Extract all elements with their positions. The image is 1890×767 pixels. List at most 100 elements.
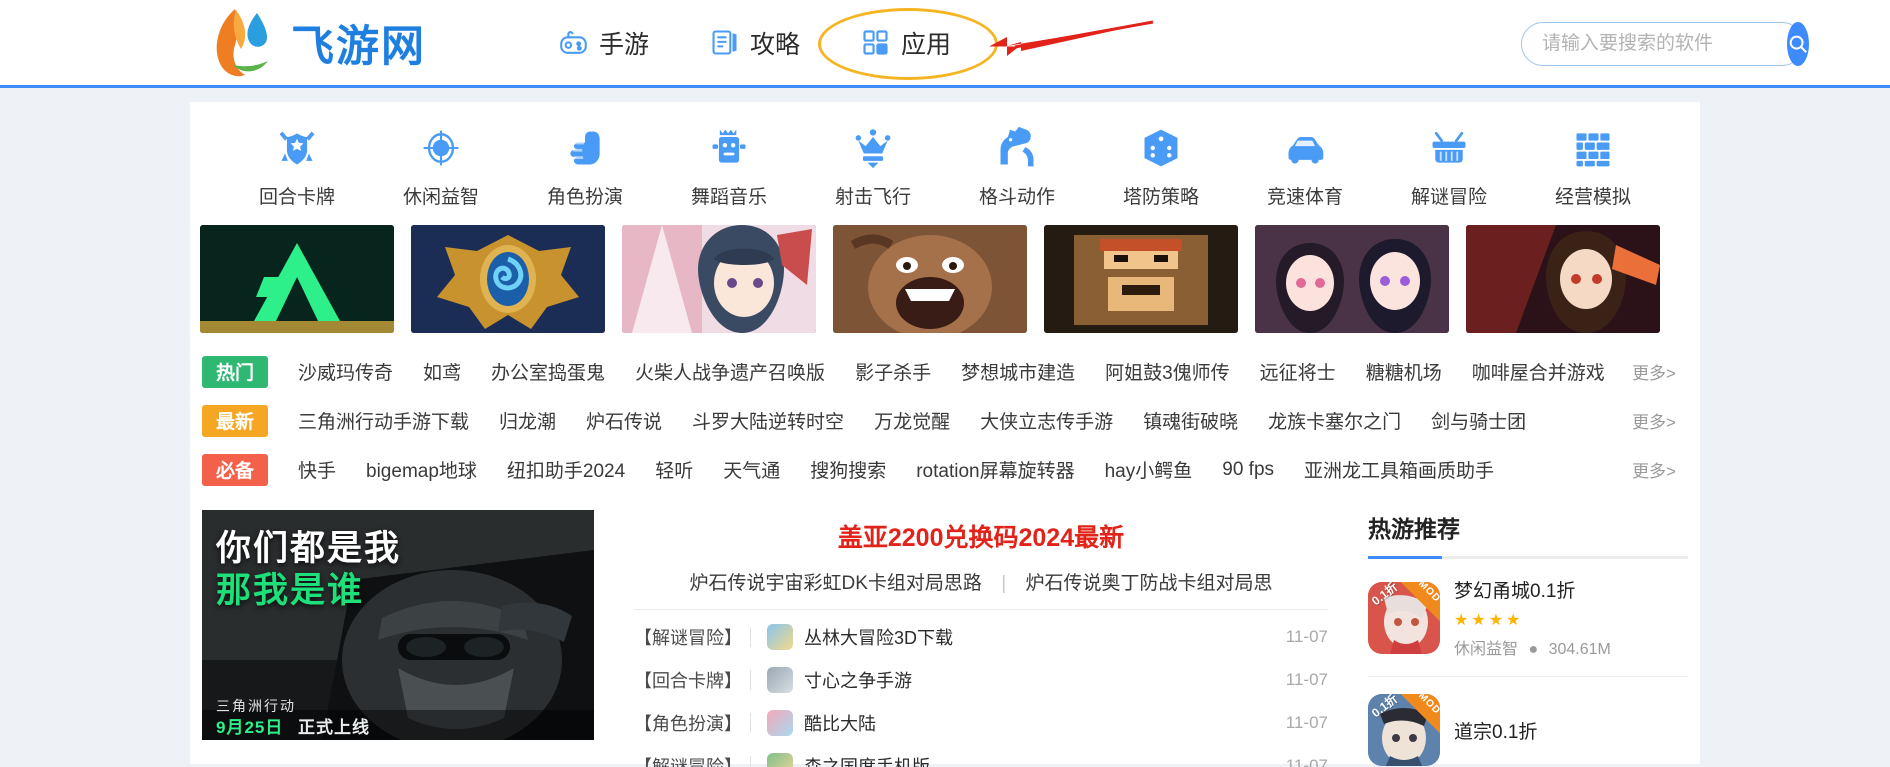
search-box[interactable] [1521, 22, 1809, 66]
site-logo[interactable]: 飞游网 [205, 7, 426, 79]
tag-item[interactable]: 大侠立志传手游 [980, 407, 1113, 434]
tag-item[interactable]: 搜狗搜索 [810, 456, 886, 483]
nav-item-guides[interactable]: 攻略 [695, 19, 814, 67]
article-row[interactable]: 【角色扮演】 酷比大陆 11-07 [634, 706, 1328, 739]
feature-title[interactable]: 盖亚2200兑换码2024最新 [634, 510, 1328, 568]
tag-item[interactable]: 轻听 [655, 456, 693, 483]
category-item-simulation[interactable]: 经营模拟 [1538, 126, 1648, 209]
article-title: 森之国度手机版 [804, 756, 930, 767]
article-row[interactable]: 【解谜冒险】 森之国度手机版 11-07 [634, 749, 1328, 767]
article-category: 【解谜冒险】 [634, 627, 742, 648]
tag-item[interactable]: 纽扣助手2024 [507, 456, 625, 483]
nav-item-apps[interactable]: 应用 [846, 19, 965, 67]
grid-icon [860, 27, 891, 58]
category-item-sports[interactable]: 竞速体育 [1250, 126, 1360, 209]
thumbnail-anime-girl[interactable] [622, 225, 816, 333]
category-label: 经营模拟 [1554, 187, 1631, 208]
category-item-music[interactable]: 舞蹈音乐 [674, 126, 784, 209]
tag-rows: 热门 沙威玛传奇 如鸢 办公室捣蛋鬼 火柴人战争遗产召唤版 影子杀手 梦想城市建… [190, 333, 1700, 500]
tag-item[interactable]: 办公室捣蛋鬼 [491, 358, 605, 385]
tag-item[interactable]: 万龙觉醒 [874, 407, 950, 434]
meta-dot: ● [1528, 641, 1539, 658]
category-item-shooter[interactable]: 射击飞行 [818, 126, 928, 209]
thumbnail-girls-duo[interactable] [1255, 225, 1449, 333]
search-input[interactable] [1522, 33, 1787, 55]
tag-row-hot: 热门 沙威玛传奇 如鸢 办公室捣蛋鬼 火柴人战争遗产召唤版 影子杀手 梦想城市建… [202, 347, 1688, 396]
orc-art [833, 225, 1027, 333]
tag-more-link[interactable]: 更多> [1632, 457, 1676, 482]
thumbnail-hearthstone[interactable] [411, 225, 605, 333]
site-header: 飞游网 手游 攻略 应用 请输入要搜索的软件 [0, 0, 1890, 88]
tag-item[interactable]: 天气通 [723, 456, 780, 483]
tag-item[interactable]: bigemap地球 [366, 456, 477, 483]
category-label: 格斗动作 [978, 187, 1055, 208]
feature-sub-right[interactable]: 炉石传说奥丁防战卡组对局思 [1025, 573, 1272, 594]
tag-item[interactable]: 咖啡屋合并游戏 [1472, 358, 1605, 385]
category-item-adventure[interactable]: 解谜冒险 [1394, 126, 1504, 209]
tag-item[interactable]: 炉石传说 [586, 407, 662, 434]
thumbnail-pixel-man[interactable] [1044, 225, 1238, 333]
sidebar-game-item[interactable]: MOD 0.1折 道宗0.1折 [1368, 677, 1688, 767]
article-category: 【解谜冒险】 [634, 756, 742, 767]
feature-sub-left[interactable]: 炉石传说宇宙彩虹DK卡组对局思路 [690, 573, 982, 594]
thumbnail-orc[interactable] [833, 225, 1027, 333]
tag-item[interactable]: 90 fps [1222, 459, 1274, 481]
category-label: 角色扮演 [546, 187, 623, 208]
tag-item[interactable]: 快手 [298, 456, 336, 483]
category-item-casual[interactable]: 休闲益智 [386, 126, 496, 209]
category-item-card[interactable]: 回合卡牌 [242, 126, 352, 209]
promo-footer-right: 正式上线 [298, 718, 370, 737]
anime-girl-art [622, 225, 816, 333]
category-label: 塔防策略 [1122, 187, 1199, 208]
article-thumb-icon [767, 709, 793, 736]
category-label: 休闲益智 [402, 187, 479, 208]
tag-item[interactable]: 剑与骑士团 [1431, 407, 1526, 434]
big-promo-card[interactable]: 你们都是我 那我是谁 三角洲行动 9月25日 正式上线 [202, 510, 594, 740]
nav-item-mobile-games[interactable]: 手游 [544, 19, 663, 67]
tag-item[interactable]: 亚洲龙工具箱画质助手 [1304, 456, 1494, 483]
tag-item[interactable]: 糖糖机场 [1366, 358, 1442, 385]
category-item-rpg[interactable]: 角色扮演 [530, 126, 640, 209]
promo-footer-date: 9月25日 [216, 718, 284, 737]
article-date: 11-07 [1285, 626, 1328, 646]
game-name: 道宗0.1折 [1454, 721, 1538, 743]
car-icon [1288, 137, 1324, 164]
tag-item[interactable]: 火柴人战争遗产召唤版 [635, 358, 825, 385]
article-title: 酷比大陆 [804, 713, 876, 734]
tag-item[interactable]: 三角洲行动手游下载 [298, 407, 469, 434]
tag-badge: 最新 [202, 404, 268, 437]
thumbnail-red-hero[interactable] [1466, 225, 1660, 333]
tag-item[interactable]: 镇魂街破晓 [1143, 407, 1238, 434]
sidebar-game-info: 道宗0.1折 [1454, 717, 1537, 744]
tag-items: 快手 bigemap地球 纽扣助手2024 轻听 天气通 搜狗搜索 rotati… [298, 456, 1494, 483]
tag-more-link[interactable]: 更多> [1632, 408, 1676, 433]
nav-label: 攻略 [750, 30, 801, 59]
tag-item[interactable]: 影子杀手 [855, 358, 931, 385]
sidebar-game-item[interactable]: MOD 0.1折 梦幻甬城0.1折 ★★★★ 休闲益智 ● 304.61M [1368, 559, 1688, 677]
gamepad-icon [558, 27, 589, 58]
category-item-strategy[interactable]: 塔防策略 [1106, 126, 1216, 209]
tag-badge: 必备 [202, 453, 268, 486]
thumbnail-apex[interactable] [200, 225, 394, 333]
search-button[interactable] [1787, 22, 1809, 66]
tag-item[interactable]: 龙族卡塞尔之门 [1268, 407, 1401, 434]
tag-item[interactable]: hay小鳄鱼 [1105, 456, 1193, 483]
game-icon: MOD 0.1折 [1368, 581, 1440, 654]
tag-item[interactable]: 如鸢 [423, 358, 461, 385]
tag-item[interactable]: 归龙潮 [499, 407, 556, 434]
tag-item[interactable]: 斗罗大陆逆转时空 [692, 407, 844, 434]
tag-item[interactable]: rotation屏幕旋转器 [916, 456, 1074, 483]
tag-item[interactable]: 阿姐鼓3傀师传 [1105, 358, 1230, 385]
tag-more-link[interactable]: 更多> [1632, 359, 1676, 384]
girls-duo-art [1255, 225, 1449, 333]
tag-item[interactable]: 远征将士 [1260, 358, 1336, 385]
tag-item[interactable]: 沙威玛传奇 [298, 358, 393, 385]
article-date: 11-07 [1285, 755, 1328, 767]
article-row[interactable]: 【解谜冒险】 丛林大冒险3D下载 11-07 [634, 620, 1328, 653]
feature-sub-separator: | [1001, 573, 1007, 594]
category-item-action[interactable]: 格斗动作 [962, 126, 1072, 209]
article-row[interactable]: 【回合卡牌】 寸心之争手游 11-07 [634, 663, 1328, 696]
tag-item[interactable]: 梦想城市建造 [961, 358, 1075, 385]
game-size: 304.61M [1548, 641, 1611, 658]
apex-art [200, 225, 394, 333]
